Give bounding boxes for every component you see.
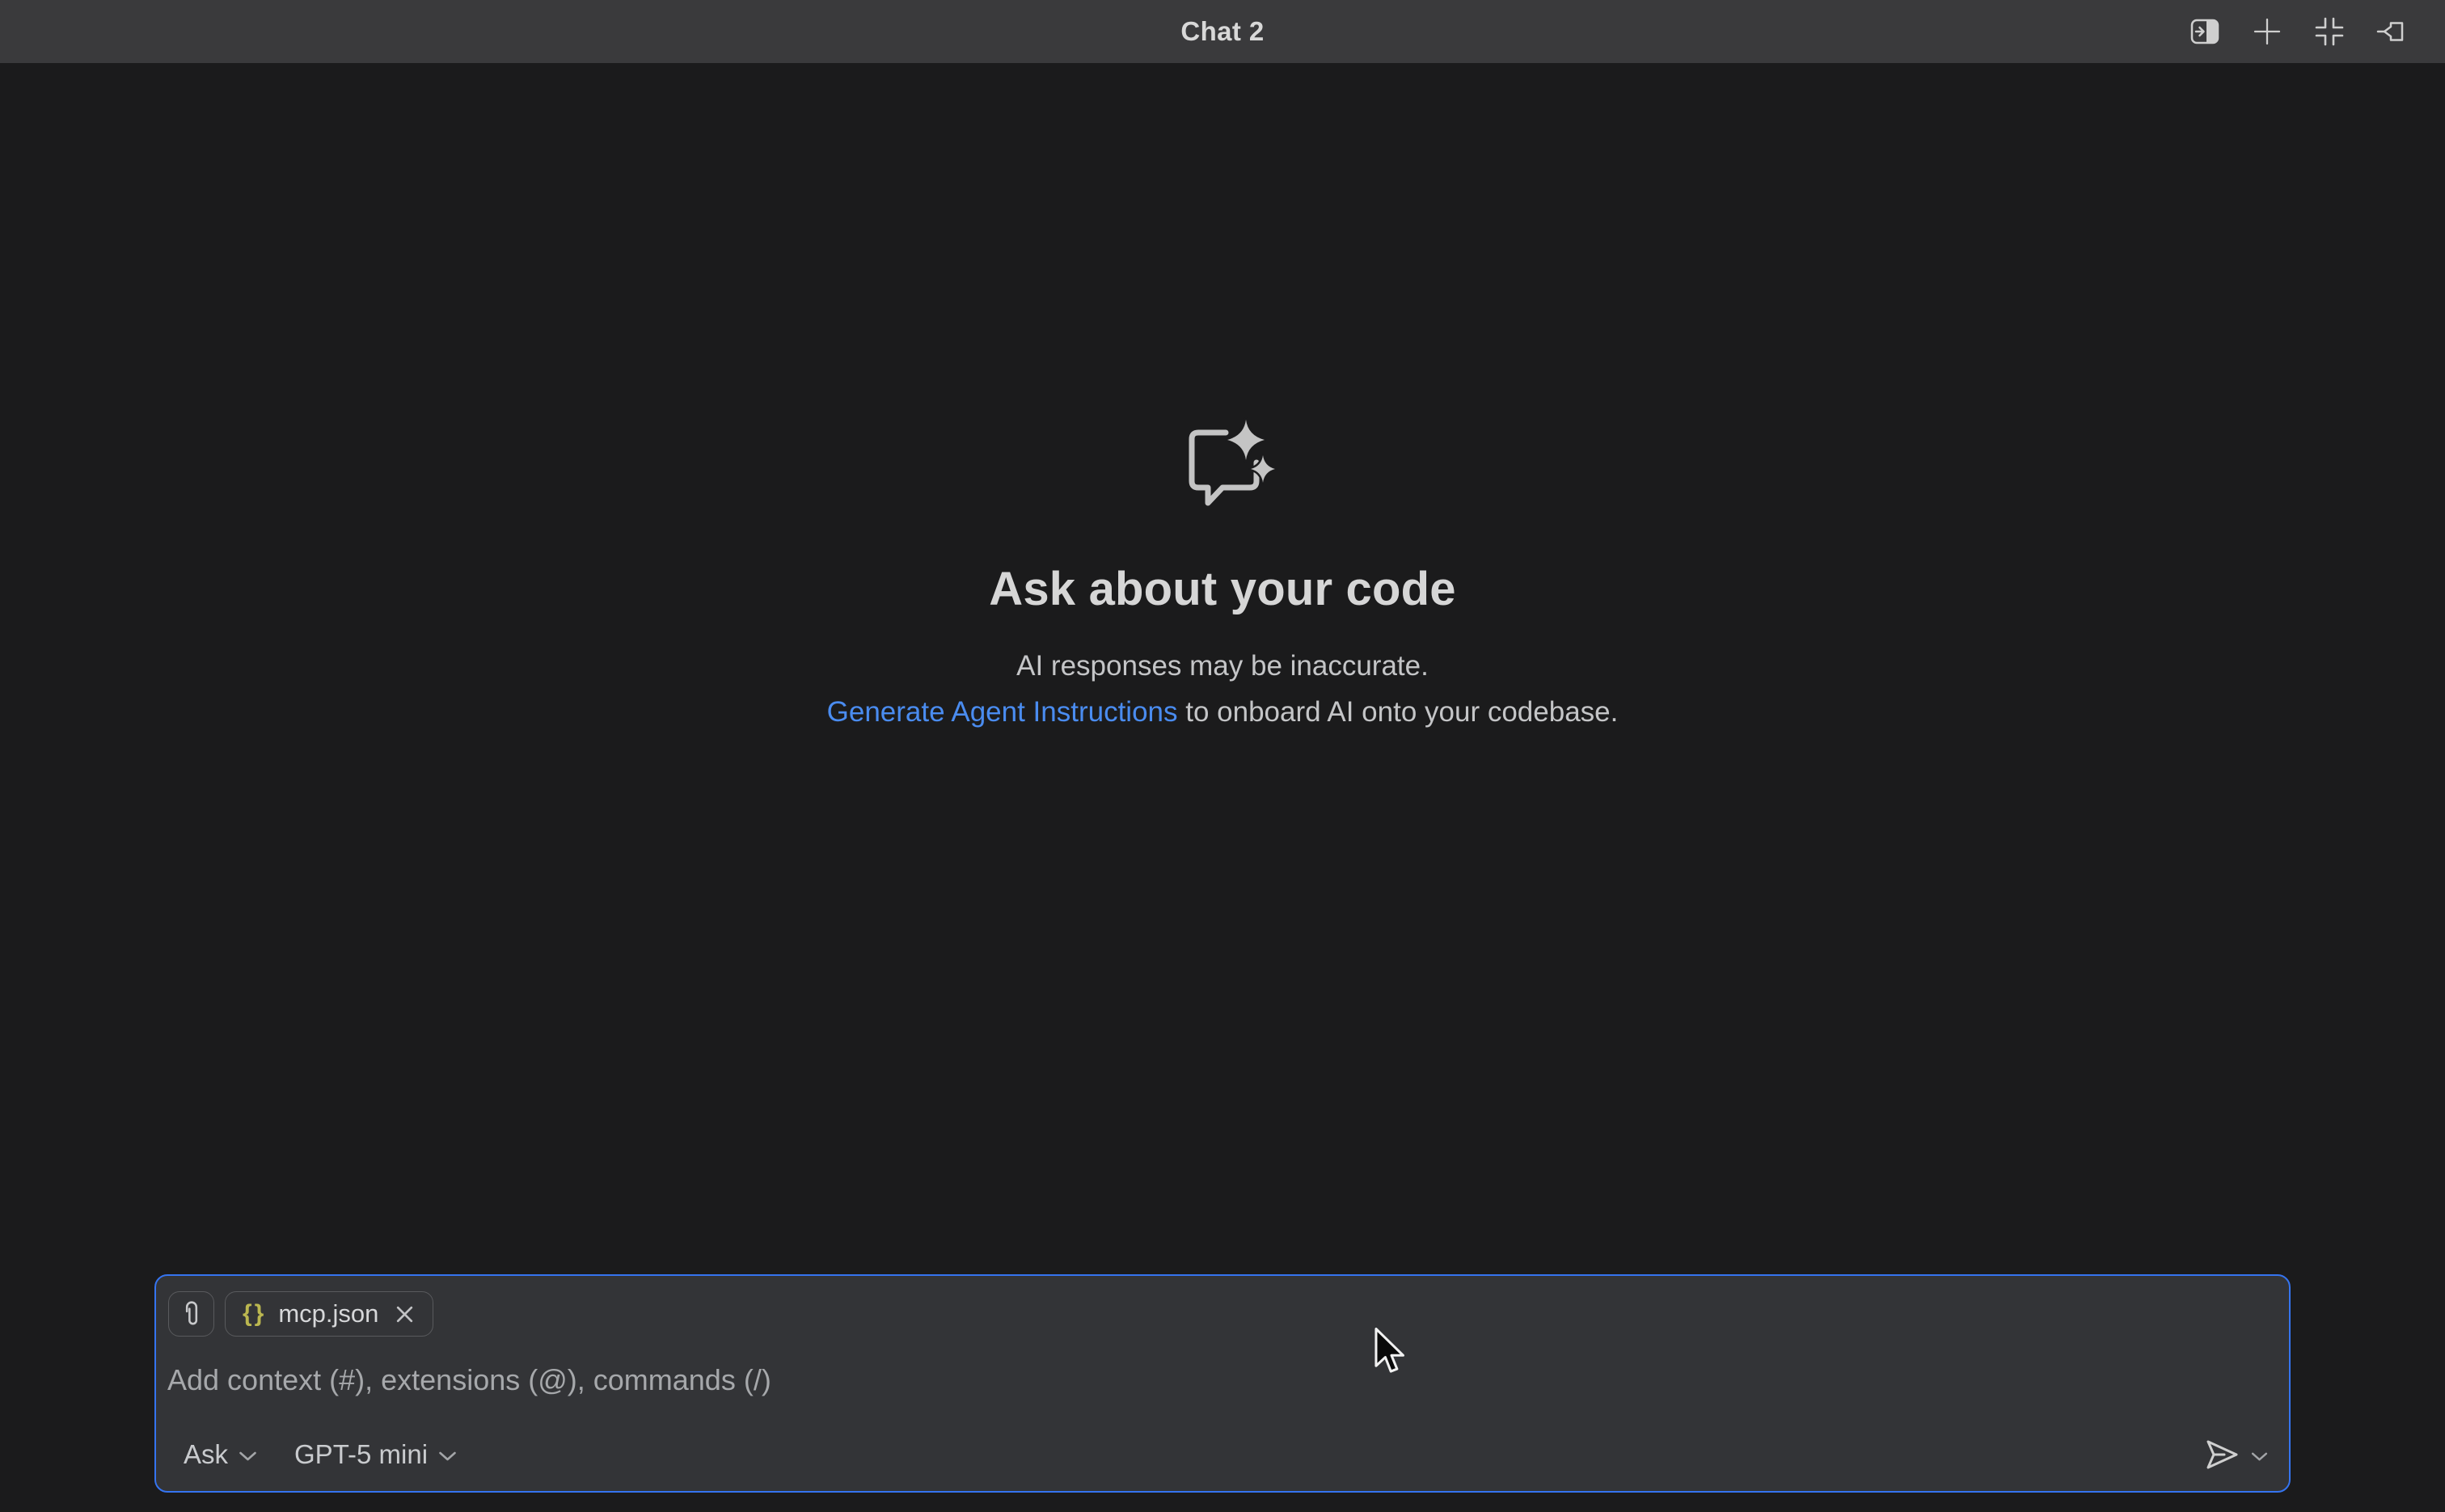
context-chip-filename: mcp.json [278,1299,378,1328]
generate-agent-instructions-link[interactable]: Generate Agent Instructions [827,696,1178,728]
mode-selector-value: Ask [184,1439,228,1470]
collapse-button[interactable] [2312,14,2347,49]
close-icon [394,1303,416,1325]
paperclip-icon [179,1299,205,1328]
send-button[interactable] [2202,1435,2242,1474]
pin-button[interactable] [2374,14,2409,49]
context-chips-row: {} mcp.json [168,1291,433,1337]
empty-state: Ask about your code AI responses may be … [0,417,2445,730]
empty-state-subtitle: AI responses may be inaccurate. [1016,648,1429,684]
send-options-button[interactable] [2251,1451,2268,1462]
attach-file-button[interactable] [168,1291,214,1337]
pin-icon [2374,14,2409,49]
json-file-icon: {} [243,1302,266,1326]
empty-state-link-suffix: to onboard AI onto your codebase. [1178,696,1619,728]
empty-state-heading: Ask about your code [989,564,1455,615]
model-selector-value: GPT-5 mini [294,1439,428,1470]
composer-input[interactable]: Add context (#), extensions (@), command… [167,1362,771,1399]
mode-selector[interactable]: Ask [166,1439,257,1470]
chat-toolbar: Chat 2 [0,0,2445,63]
toolbar-actions [2187,0,2409,63]
collapse-icon [2312,14,2347,49]
plus-icon [2249,14,2285,49]
chevron-down-icon [239,1451,257,1462]
send-controls [2202,1435,2270,1474]
chevron-down-icon [438,1451,457,1462]
chevron-down-icon [2251,1451,2268,1462]
send-plane-icon [2202,1437,2241,1472]
chat-composer: {} mcp.json Add context (#), extensions … [154,1274,2291,1493]
move-to-sidebar-icon [2187,14,2223,49]
empty-state-link-line: Generate Agent Instructions to onboard A… [827,695,1619,730]
chat-sparkle-icon [1185,417,1281,508]
new-chat-button[interactable] [2249,14,2285,49]
context-chip-mcp-json[interactable]: {} mcp.json [225,1291,433,1337]
move-to-sidebar-button[interactable] [2187,14,2223,49]
chat-tab-title: Chat 2 [1180,16,1264,47]
model-selector[interactable]: GPT-5 mini [294,1439,457,1470]
composer-bottom-bar: Ask GPT-5 mini [166,1434,2270,1475]
remove-context-button[interactable] [394,1303,416,1325]
